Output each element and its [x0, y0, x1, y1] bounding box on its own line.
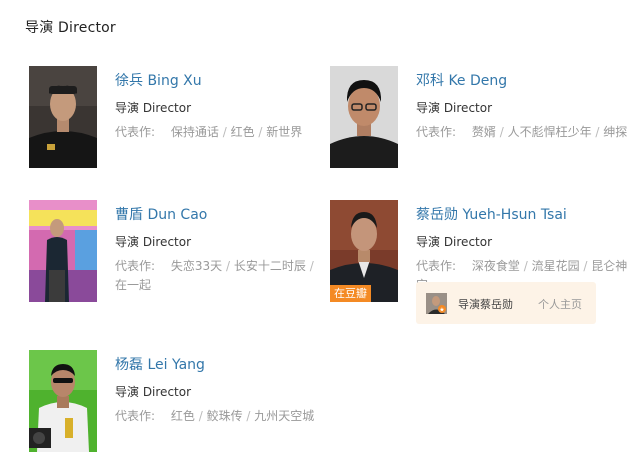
director-card: 杨磊 Lei Yang 导演 Director 代表作: 红色 / 鲛珠传 / … [29, 350, 319, 460]
director-photo[interactable] [29, 350, 97, 452]
work-link[interactable]: 在一起 [115, 278, 151, 292]
director-role: 导演 Director [115, 101, 192, 115]
director-card: 曹盾 Dun Cao 导演 Director 代表作: 失恋33天 / 长安十二… [29, 200, 319, 310]
separator: / [198, 409, 207, 423]
director-role: 导演 Director [115, 385, 192, 399]
work-link[interactable]: 九州天空城 [254, 409, 314, 423]
work-link[interactable]: 赘婿 [472, 125, 496, 139]
separator: / [499, 125, 508, 139]
director-name-link[interactable]: 曹盾 Dun Cao [115, 204, 207, 224]
representative-works: 代表作: 红色 / 鲛珠传 / 九州天空城 [115, 407, 327, 426]
work-link[interactable]: 人不彪悍枉少年 [508, 125, 592, 139]
director-photo[interactable] [330, 66, 398, 168]
work-link[interactable]: 长安十二时辰 [234, 259, 306, 273]
director-card: 邓科 Ke Deng 导演 Director 代表作: 赘婿 / 人不彪悍枉少年… [330, 66, 627, 176]
works-label: 代表作: [115, 409, 156, 423]
director-photo[interactable] [29, 200, 97, 302]
works-label: 代表作: [115, 259, 156, 273]
portrait-bing-xu [29, 66, 97, 168]
director-card: 在豆瓣 蔡岳勋 Yueh-Hsun Tsai 导演 Director 代表作: … [330, 200, 627, 324]
douban-badge: 在豆瓣 [330, 285, 371, 302]
director-photo[interactable] [29, 66, 97, 168]
separator: / [222, 125, 231, 139]
svg-text:★: ★ [439, 307, 444, 314]
director-role: 导演 Director [416, 101, 493, 115]
director-role: 导演 Director [416, 235, 493, 249]
separator: / [309, 259, 314, 273]
representative-works: 代表作: 赘婿 / 人不彪悍枉少年 / 绅探 [416, 123, 628, 142]
profile-text: 导演蔡岳勋 [458, 298, 513, 311]
work-link[interactable]: 红色 [231, 125, 255, 139]
representative-works: 代表作: 保持通话 / 红色 / 新世界 [115, 123, 327, 142]
personal-homepage-link[interactable]: 个人主页 [538, 296, 582, 312]
work-link[interactable]: 流星花园 [532, 259, 580, 273]
director-card: 徐兵 Bing Xu 导演 Director 代表作: 保持通话 / 红色 / … [29, 66, 319, 176]
separator: / [523, 259, 532, 273]
director-role: 导演 Director [115, 235, 192, 249]
representative-works: 代表作: 失恋33天 / 长安十二时辰 / 在一起 [115, 257, 327, 295]
works-label: 代表作: [416, 125, 457, 139]
section-title: 导演 Director [25, 20, 116, 36]
separator: / [225, 259, 234, 273]
profile-avatar: ★ [426, 293, 447, 314]
director-name-link[interactable]: 杨磊 Lei Yang [115, 354, 205, 374]
director-photo[interactable]: 在豆瓣 [330, 200, 398, 302]
director-name-link[interactable]: 蔡岳勋 Yueh-Hsun Tsai [416, 204, 567, 224]
works-label: 代表作: [416, 259, 457, 273]
douban-profile-box[interactable]: ★ 导演蔡岳勋 个人主页 [416, 282, 596, 324]
portrait-dun-cao [29, 200, 97, 302]
work-link[interactable]: 失恋33天 [171, 259, 222, 273]
director-name-link[interactable]: 邓科 Ke Deng [416, 70, 507, 90]
portrait-lei-yang [29, 350, 97, 452]
work-link[interactable]: 鲛珠传 [207, 409, 243, 423]
portrait-ke-deng [330, 66, 398, 168]
work-link[interactable]: 深夜食堂 [472, 259, 520, 273]
work-link[interactable]: 红色 [171, 409, 195, 423]
work-link[interactable]: 绅探 [603, 125, 627, 139]
work-link[interactable]: 保持通话 [171, 125, 219, 139]
works-label: 代表作: [115, 125, 156, 139]
avatar-icon: ★ [426, 293, 447, 314]
director-name-link[interactable]: 徐兵 Bing Xu [115, 70, 202, 90]
work-link[interactable]: 新世界 [266, 125, 302, 139]
